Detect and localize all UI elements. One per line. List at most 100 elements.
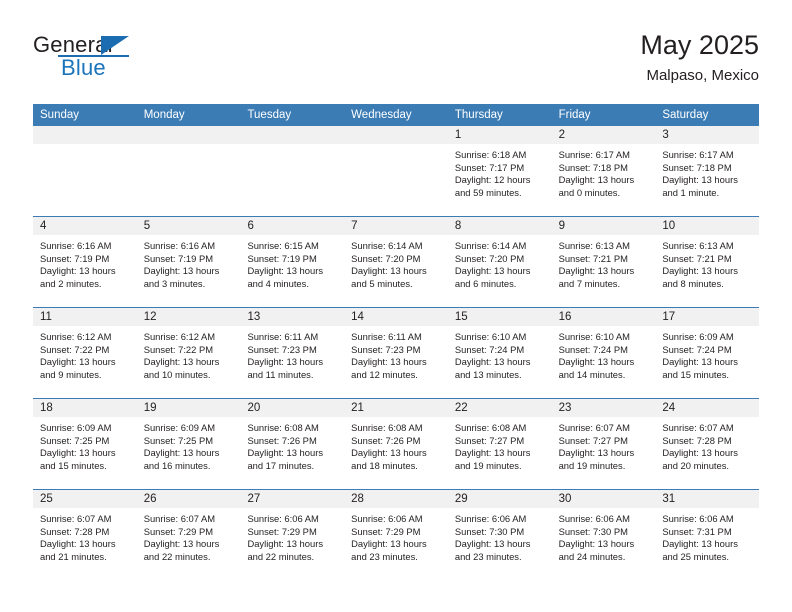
day-number: 27: [240, 490, 345, 508]
day-cell[interactable]: 10 Sunrise: 6:13 AM Sunset: 7:21 PM Dayligh…: [655, 217, 760, 307]
sunrise-text: Sunrise: 6:14 AM: [454, 240, 527, 251]
day-cell[interactable]: 20 Sunrise: 6:08 AM Sunset: 7:26 PM Dayligh…: [240, 399, 345, 489]
day-number: 2: [551, 126, 656, 144]
day-cell[interactable]: 28 Sunrise: 6:06 AM Sunset: 7:29 PM Dayligh…: [344, 490, 448, 580]
sunset-text: Sunset: 7:27 PM: [558, 434, 628, 446]
sunrise-text: Sunrise: 6:07 AM: [558, 422, 630, 433]
day-details: Sunrise: 6:06 AM Sunset: 7:31 PM Daylight:…: [655, 508, 759, 563]
sunrise-text: Sunrise: 6:15 AM: [247, 240, 319, 251]
daylight-text: Daylight: 12 hours and 59 minutes.: [454, 174, 531, 198]
day-details: Sunrise: 6:15 AM Sunset: 7:19 PM Daylight:…: [240, 235, 344, 290]
day-number: 9: [551, 217, 656, 235]
calendar-page: General Blue May 2025 Malpaso, Mexico Su…: [0, 0, 792, 612]
day-cell[interactable]: 23 Sunrise: 6:07 AM Sunset: 7:27 PM Dayligh…: [551, 399, 656, 489]
day-number: 26: [136, 490, 241, 508]
day-cell[interactable]: 14 Sunrise: 6:11 AM Sunset: 7:23 PM Dayligh…: [344, 308, 448, 398]
sunset-text: Sunset: 7:25 PM: [143, 434, 214, 446]
day-cell[interactable]: 27 Sunrise: 6:06 AM Sunset: 7:29 PM Dayligh…: [240, 490, 345, 580]
sunset-text: Sunset: 7:19 PM: [143, 252, 214, 264]
day-cell[interactable]: 7 Sunrise: 6:14 AM Sunset: 7:20 PM Daylight…: [344, 217, 448, 307]
day-cell[interactable]: 17 Sunrise: 6:09 AM Sunset: 7:24 PM Dayligh…: [655, 308, 760, 398]
day-number: 31: [655, 490, 760, 508]
sunrise-text: Sunrise: 6:11 AM: [351, 331, 422, 342]
day-cell[interactable]: 3 Sunrise: 6:17 AM Sunset: 7:18 PM Daylight…: [655, 126, 760, 216]
sunrise-text: Sunrise: 6:18 AM: [454, 149, 527, 160]
day-details: Sunrise: 6:09 AM Sunset: 7:24 PM Daylight:…: [655, 326, 759, 381]
sunrise-text: Sunrise: 6:07 AM: [40, 513, 112, 524]
sunset-text: Sunset: 7:21 PM: [662, 252, 732, 264]
weekday-header-sunday: Sunday: [40, 109, 80, 121]
weekday-header-wednesday: Wednesday: [351, 109, 412, 121]
day-number: [33, 126, 137, 144]
day-details: Sunrise: 6:10 AM Sunset: 7:24 PM Daylight:…: [448, 326, 552, 381]
sunrise-text: Sunrise: 6:10 AM: [558, 331, 630, 342]
day-cell[interactable]: 26 Sunrise: 6:07 AM Sunset: 7:29 PM Dayligh…: [136, 490, 241, 580]
day-number: 11: [33, 308, 137, 326]
day-cell[interactable]: 13 Sunrise: 6:11 AM Sunset: 7:23 PM Dayligh…: [240, 308, 345, 398]
daylight-text: Daylight: 13 hours and 19 minutes.: [558, 447, 635, 471]
day-cell[interactable]: 12 Sunrise: 6:12 AM Sunset: 7:22 PM Dayligh…: [136, 308, 241, 398]
daylight-text: Daylight: 13 hours and 7 minutes.: [558, 265, 635, 289]
day-number: 4: [33, 217, 137, 235]
sunrise-text: Sunrise: 6:09 AM: [662, 331, 734, 342]
day-cell[interactable]: 18 Sunrise: 6:09 AM Sunset: 7:25 PM Dayligh…: [33, 399, 137, 489]
day-cell[interactable]: 31 Sunrise: 6:06 AM Sunset: 7:31 PM Dayligh…: [655, 490, 760, 580]
sunrise-text: Sunrise: 6:08 AM: [454, 422, 527, 433]
sunrise-text: Sunrise: 6:17 AM: [662, 149, 734, 160]
day-number: 21: [344, 399, 448, 417]
day-cell[interactable]: 2 Sunrise: 6:17 AM Sunset: 7:18 PM Daylight…: [551, 126, 656, 216]
day-cell[interactable]: 1 Sunrise: 6:18 AM Sunset: 7:17 PM Daylight…: [447, 126, 552, 216]
sunrise-text: Sunrise: 6:11 AM: [247, 331, 319, 342]
day-cell[interactable]: 16 Sunrise: 6:10 AM Sunset: 7:24 PM Dayligh…: [551, 308, 656, 398]
day-details: Sunrise: 6:07 AM Sunset: 7:29 PM Daylight:…: [137, 508, 241, 563]
day-details: Sunrise: 6:16 AM Sunset: 7:19 PM Daylight:…: [33, 235, 137, 290]
daylight-text: Daylight: 13 hours and 12 minutes.: [351, 356, 427, 380]
sunset-text: Sunset: 7:30 PM: [454, 525, 525, 537]
sunrise-text: Sunrise: 6:07 AM: [662, 422, 734, 433]
day-cell[interactable]: 6 Sunrise: 6:15 AM Sunset: 7:19 PM Daylight…: [240, 217, 345, 307]
daylight-text: Daylight: 13 hours and 9 minutes.: [40, 356, 116, 380]
day-details: Sunrise: 6:06 AM Sunset: 7:30 PM Daylight:…: [552, 508, 656, 563]
day-cell[interactable]: 5 Sunrise: 6:16 AM Sunset: 7:19 PM Daylight…: [136, 217, 241, 307]
day-cell[interactable]: 29 Sunrise: 6:06 AM Sunset: 7:30 PM Dayligh…: [447, 490, 552, 580]
day-cell[interactable]: 22 Sunrise: 6:08 AM Sunset: 7:27 PM Dayligh…: [447, 399, 552, 489]
daylight-text: Daylight: 13 hours and 8 minutes.: [662, 265, 738, 289]
daylight-text: Daylight: 13 hours and 19 minutes.: [454, 447, 531, 471]
day-cell[interactable]: 4 Sunrise: 6:16 AM Sunset: 7:19 PM Daylight…: [33, 217, 137, 307]
day-number: 3: [655, 126, 760, 144]
day-number: 17: [655, 308, 760, 326]
day-cell[interactable]: 19 Sunrise: 6:09 AM Sunset: 7:25 PM Dayligh…: [136, 399, 241, 489]
day-number: 10: [655, 217, 760, 235]
day-cell[interactable]: 11 Sunrise: 6:12 AM Sunset: 7:22 PM Dayligh…: [33, 308, 137, 398]
sunset-text: Sunset: 7:24 PM: [454, 343, 525, 355]
sunrise-text: Sunrise: 6:13 AM: [662, 240, 734, 251]
daylight-text: Daylight: 13 hours and 1 minute.: [662, 174, 738, 198]
day-number: 23: [551, 399, 656, 417]
sunset-text: Sunset: 7:20 PM: [454, 252, 525, 264]
day-details: Sunrise: 6:08 AM Sunset: 7:27 PM Daylight:…: [448, 417, 552, 472]
day-cell[interactable]: 9 Sunrise: 6:13 AM Sunset: 7:21 PM Daylight…: [551, 217, 656, 307]
day-details: Sunrise: 6:14 AM Sunset: 7:20 PM Daylight:…: [448, 235, 552, 290]
day-cell[interactable]: 21 Sunrise: 6:08 AM Sunset: 7:26 PM Dayligh…: [344, 399, 448, 489]
day-number: 19: [136, 399, 241, 417]
brand-name-blue: Blue: [61, 55, 106, 80]
sunset-text: Sunset: 7:22 PM: [143, 343, 214, 355]
day-cell[interactable]: 24 Sunrise: 6:07 AM Sunset: 7:28 PM Dayligh…: [655, 399, 760, 489]
sunrise-text: Sunrise: 6:13 AM: [558, 240, 630, 251]
day-number: 22: [447, 399, 552, 417]
sunrise-text: Sunrise: 6:09 AM: [40, 422, 112, 433]
brand-logo[interactable]: General Blue: [33, 34, 273, 90]
day-cell[interactable]: 8 Sunrise: 6:14 AM Sunset: 7:20 PM Daylight…: [447, 217, 552, 307]
sunset-text: Sunset: 7:22 PM: [40, 343, 110, 355]
day-cell[interactable]: 25 Sunrise: 6:07 AM Sunset: 7:28 PM Dayligh…: [33, 490, 137, 580]
sunrise-text: Sunrise: 6:06 AM: [662, 513, 734, 524]
sunrise-text: Sunrise: 6:06 AM: [454, 513, 527, 524]
triangle-flag-icon: [101, 36, 129, 55]
day-number: [136, 126, 241, 144]
day-cell[interactable]: 30 Sunrise: 6:06 AM Sunset: 7:30 PM Dayligh…: [551, 490, 656, 580]
day-number: 14: [344, 308, 448, 326]
sunrise-text: Sunrise: 6:06 AM: [558, 513, 630, 524]
day-details: Sunrise: 6:11 AM Sunset: 7:23 PM Daylight:…: [344, 326, 448, 381]
day-details: Sunrise: 6:07 AM Sunset: 7:28 PM Daylight:…: [655, 417, 759, 472]
day-cell[interactable]: 15 Sunrise: 6:10 AM Sunset: 7:24 PM Dayligh…: [447, 308, 552, 398]
